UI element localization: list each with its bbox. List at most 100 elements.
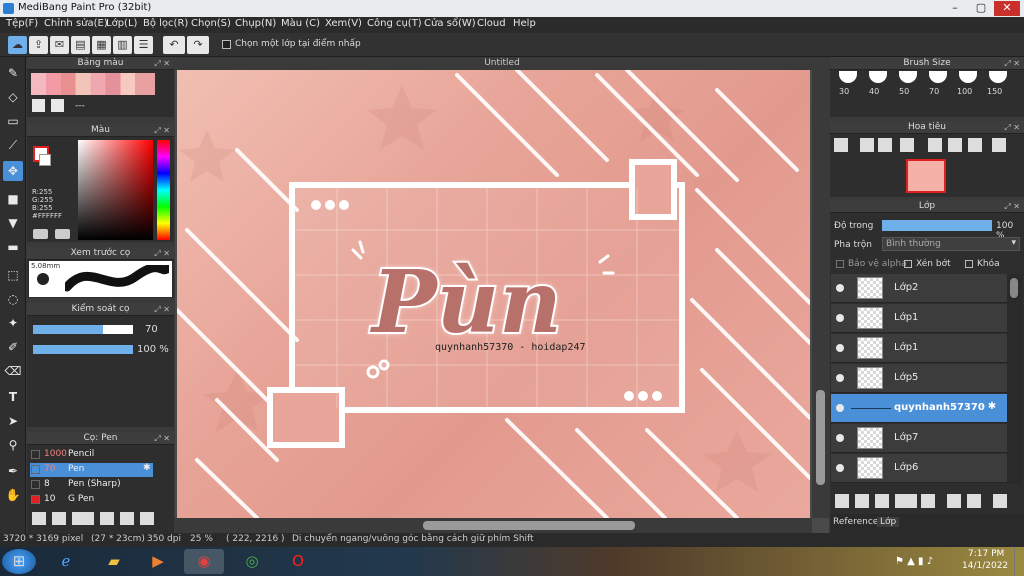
brush-size-preset[interactable]: 50 — [895, 71, 921, 113]
close-button[interactable]: ✕ — [994, 1, 1020, 16]
horizontal-scroll-thumb[interactable] — [423, 521, 635, 530]
brush-size-preset[interactable]: 40 — [865, 71, 891, 113]
brush-folder-icon[interactable] — [120, 512, 134, 525]
new-brush-icon[interactable] — [52, 512, 66, 525]
brush-size-slider[interactable] — [33, 325, 133, 334]
opera-icon[interactable]: O — [278, 549, 318, 574]
zoom-in-icon[interactable] — [834, 138, 848, 152]
new-8bit-layer-icon[interactable] — [875, 494, 889, 508]
expand-icon[interactable]: ⤢ ✕ — [154, 247, 170, 260]
merge-layer-icon[interactable] — [967, 494, 981, 508]
hue-slider[interactable] — [157, 140, 170, 240]
layer-row-selected[interactable]: quynhanh57370- ✱ — [831, 394, 1007, 423]
pen-tool-icon[interactable]: ✒ — [3, 461, 23, 481]
magic-wand-icon[interactable]: ✦ — [3, 313, 23, 333]
menu-edit[interactable]: Chỉnh sửa(E) — [44, 18, 108, 29]
comment-icon[interactable]: ✉ — [50, 36, 69, 54]
media-player-icon[interactable]: ▶ — [138, 549, 178, 574]
menu-color[interactable]: Màu (C) — [281, 18, 320, 29]
expand-icon[interactable]: ⤢ ✕ — [154, 303, 170, 316]
brush-size-preset[interactable]: 150 — [985, 71, 1011, 113]
visibility-eye-icon[interactable] — [836, 434, 844, 442]
visibility-eye-icon[interactable] — [836, 344, 844, 352]
fill-shape-icon[interactable]: ■ — [3, 189, 23, 209]
layer-row[interactable]: Lớp1 — [831, 304, 1007, 333]
layer-row[interactable]: Lớp6 — [831, 454, 1007, 483]
brush-size-preset[interactable]: 100 — [955, 71, 981, 113]
menu-layer[interactable]: Lớp(L) — [106, 18, 137, 29]
palette-swatches[interactable] — [31, 73, 155, 95]
medibang-taskbar-icon[interactable]: ◉ — [184, 549, 224, 574]
protect-alpha-checkbox[interactable] — [836, 260, 844, 268]
undo-button[interactable]: ↶ — [163, 36, 185, 54]
layer-row[interactable]: Lớp1 — [831, 334, 1007, 363]
layer-row[interactable]: Lớp5 — [831, 364, 1007, 393]
new-layer-icon[interactable] — [835, 494, 849, 508]
delete-layer-icon[interactable] — [993, 494, 1007, 508]
show-desktop-button[interactable] — [1014, 547, 1024, 576]
layer-row[interactable]: Lớp2 — [831, 274, 1007, 303]
internet-explorer-icon[interactable]: ℯ — [46, 549, 86, 574]
visibility-eye-icon[interactable] — [836, 374, 844, 382]
hand-tool-icon[interactable]: ✋ — [3, 485, 23, 505]
page-icon[interactable]: ▦ — [92, 36, 111, 54]
brush-item-g-pen[interactable]: 10 G Pen — [30, 493, 153, 507]
add-swatch-icon[interactable] — [32, 99, 45, 112]
duplicate-layer-icon[interactable] — [947, 494, 961, 508]
gradient-tool-icon[interactable]: ▬ — [3, 237, 23, 257]
visibility-eye-icon[interactable] — [836, 464, 844, 472]
zoom-out-icon[interactable] — [860, 138, 874, 152]
canvas-area[interactable]: Untitled Pùn Pùn quynhanh57370 - hoidap2… — [175, 57, 829, 533]
lock-checkbox[interactable] — [965, 260, 973, 268]
menu-view[interactable]: Xem(V) — [325, 18, 362, 29]
rotate-right-icon[interactable] — [968, 138, 982, 152]
visibility-eye-icon[interactable] — [836, 284, 844, 292]
horizontal-scrollbar[interactable] — [175, 518, 812, 533]
layer-scroll-thumb[interactable] — [1010, 278, 1018, 298]
brush-size-preset[interactable]: 30 — [835, 71, 861, 113]
layer-row[interactable]: Lớp7 — [831, 424, 1007, 453]
brush-copy-icon[interactable] — [100, 512, 114, 525]
layer-menu-icon[interactable] — [895, 494, 917, 508]
visibility-eye-icon[interactable] — [836, 314, 844, 322]
brush-menu-icon[interactable] — [72, 512, 94, 525]
redo-button[interactable]: ↷ — [187, 36, 209, 54]
brush-opacity-slider[interactable] — [33, 345, 133, 354]
select-tool-icon[interactable]: ⬚ — [3, 265, 23, 285]
select-layer-checkbox[interactable] — [222, 40, 231, 49]
visibility-eye-icon[interactable] — [836, 404, 844, 412]
move-tool-icon[interactable]: ✥ — [3, 161, 23, 181]
color-mode-icon[interactable] — [33, 229, 48, 239]
vertical-scrollbar[interactable] — [812, 70, 829, 518]
brush-item-pen-sharp[interactable]: 8 Pen (Sharp) — [30, 478, 153, 492]
layer-opacity-slider[interactable] — [882, 220, 992, 231]
minimize-button[interactable]: – — [942, 1, 968, 16]
settings-gear-icon[interactable]: ✱ — [143, 463, 151, 473]
lasso-tool-icon[interactable]: ◌ — [3, 289, 23, 309]
expand-icon[interactable]: ⤢ ✕ — [154, 57, 170, 70]
menu-filter[interactable]: Bộ lọc(R) — [143, 18, 188, 29]
flip-icon[interactable] — [992, 138, 1006, 152]
new-halftone-layer-icon[interactable] — [855, 494, 869, 508]
fit-icon[interactable] — [878, 138, 892, 152]
layer-scrollbar[interactable] — [1006, 274, 1022, 484]
brush-tool-icon[interactable]: ✎ — [3, 63, 23, 83]
layer-folder-icon[interactable] — [921, 494, 935, 508]
menu-window[interactable]: Cửa sổ(W) — [424, 18, 476, 29]
brush-item-pencil[interactable]: 1000 Pencil — [30, 448, 153, 462]
expand-icon[interactable]: ⤢ ✕ — [154, 124, 170, 137]
select-eraser-icon[interactable]: ⌫ — [3, 361, 23, 381]
delete-swatch-icon[interactable] — [51, 99, 64, 112]
brush-size-preset[interactable]: 70 — [925, 71, 951, 113]
saturation-value-picker[interactable] — [78, 140, 153, 240]
menu-cloud[interactable]: Cloud — [477, 18, 506, 29]
expand-icon[interactable]: ⤢ ✕ — [1004, 121, 1020, 134]
tab-reference[interactable]: Reference — [833, 517, 878, 527]
rotate-left-icon[interactable] — [928, 138, 942, 152]
maximize-button[interactable]: ▢ — [968, 1, 994, 16]
dot-tool-icon[interactable]: ⟋ — [3, 135, 23, 155]
start-button-icon[interactable]: ⊞ — [2, 549, 36, 574]
list-icon[interactable]: ☰ — [134, 36, 153, 54]
add-brush-icon[interactable] — [32, 512, 46, 525]
blend-mode-select[interactable]: Bình thường ▾ — [882, 237, 1020, 251]
